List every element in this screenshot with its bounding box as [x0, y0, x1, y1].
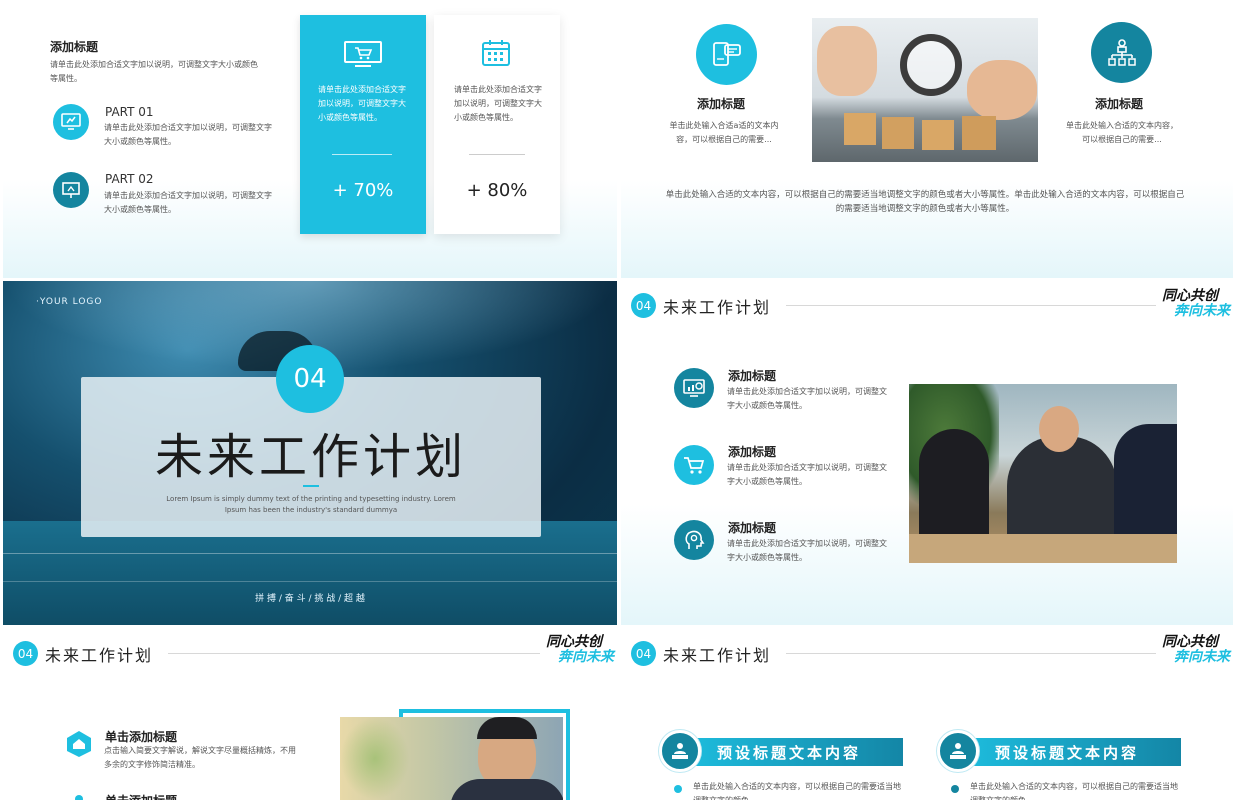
item-3-desc: 请单击此处添加合适文字加以说明，可调整文字大小或颜色等属性。: [727, 539, 887, 562]
slide-3-thumbnail[interactable]: ·YOUR LOGO 未来工作计划 Lorem Ipsum is simply …: [3, 281, 617, 625]
section-number-badge: 04: [276, 345, 344, 413]
item-1-title: 添加标题: [728, 369, 777, 383]
magnifier-photo: [812, 18, 1038, 162]
chart-screen-icon: [674, 368, 714, 408]
item-2-title: 添加标题: [728, 445, 777, 459]
wooden-cube: [844, 113, 876, 145]
section-header: 04 未来工作计划: [631, 641, 771, 666]
slide2-left-title: 添加标题: [697, 97, 746, 111]
title-underline: [303, 485, 319, 487]
slide2-bottom-text: 单击此处输入合适的文本内容，可以根据自己的需要适当地调整文字的颜色或者大小等属性…: [665, 190, 1185, 214]
brand-line-1: 同心共创: [1162, 288, 1218, 304]
monitor-icon: [53, 104, 89, 140]
businessman-photo: [340, 717, 563, 800]
cart-monitor-icon: [343, 41, 383, 71]
brand-line-1: 同心共创: [1162, 634, 1218, 650]
stat-card-2-text: 请单击此处添加合适文字加以说明，可调整文字大小或颜色等属性。: [454, 85, 542, 122]
slide-5-thumbnail[interactable]: 04 未来工作计划 同心共创 奔向未来 单击添加标题 点击输入简要文字解说，解说…: [3, 629, 617, 800]
header-line: [786, 653, 1156, 654]
item-2-title: 单击添加标题: [105, 792, 177, 800]
slide1-desc: 请单击此处添加合适文字加以说明，可调整文字大小或颜色等属性。: [50, 60, 258, 83]
magnifying-glass: [900, 34, 962, 96]
stat-card-1-text: 请单击此处添加合适文字加以说明，可调整文字大小或颜色等属性。: [318, 85, 406, 122]
section-title: 未来工作计划: [45, 645, 154, 665]
header-line: [786, 305, 1156, 306]
ribbon-1-desc: 单击此处输入合适的文本内容，可以根据自己的需要适当地调整文字的颜色: [693, 782, 901, 800]
section-number: 04: [631, 293, 656, 318]
bullet-icon: [75, 795, 83, 800]
part-01-label: PART 01: [105, 105, 154, 119]
brand-calligraphy: 同心共创 奔向未来: [546, 635, 614, 665]
home-icon: [66, 730, 92, 762]
stat-card-2-value: + 80%: [466, 180, 528, 201]
section-number: 04: [13, 641, 38, 666]
org-chart-icon: [1091, 22, 1152, 83]
wooden-cube: [962, 116, 996, 150]
header-line: [168, 653, 540, 654]
meeting-photo: [909, 384, 1177, 563]
person-face: [1039, 406, 1079, 452]
slide1-title: 添加标题: [50, 40, 99, 54]
ribbon-2-title: 预设标题文本内容: [953, 738, 1181, 766]
brand-line-2: 奔向未来: [558, 649, 614, 665]
calendar-icon: [481, 39, 511, 71]
hair: [477, 717, 537, 739]
cart-icon: [674, 445, 714, 485]
ribbon-2-desc: 单击此处输入合适的文本内容，可以根据自己的需要适当地调整文字的颜色: [970, 782, 1178, 800]
chat-device-icon: [696, 24, 757, 85]
suit: [450, 779, 563, 800]
section-number: 04: [631, 641, 656, 666]
item-1-desc: 请单击此处添加合适文字加以说明，可调整文字大小或颜色等属性。: [727, 387, 887, 410]
item-1-title: 单击添加标题: [105, 730, 178, 744]
brand-line-2: 奔向未来: [1174, 649, 1230, 665]
part-01-desc: 请单击此处添加合适文字加以说明，可调整文字大小或颜色等属性。: [104, 123, 272, 146]
slide-6-thumbnail[interactable]: 04 未来工作计划 同心共创 奔向未来 预设标题文本内容 单击此处输入合适的文本…: [621, 629, 1233, 800]
wooden-cube: [882, 117, 914, 149]
section-header: 04 未来工作计划: [631, 293, 771, 318]
stat-card-1[interactable]: 请单击此处添加合适文字加以说明，可调整文字大小或颜色等属性。 + 70%: [300, 15, 426, 234]
part-02-desc: 请单击此处添加合适文字加以说明，可调整文字大小或颜色等属性。: [104, 191, 272, 214]
slide2-right-desc: 单击此处输入合适的文本内容，可以根据自己的需要...: [1066, 121, 1178, 144]
hand: [967, 60, 1037, 120]
table: [909, 534, 1177, 563]
track-line: [3, 581, 617, 582]
presenter-icon: [659, 730, 701, 772]
plant: [340, 717, 410, 800]
bullet-icon: [951, 785, 959, 793]
presenter-icon: [937, 730, 979, 772]
stat-card-2[interactable]: 请单击此处添加合适文字加以说明，可调整文字大小或颜色等属性。 + 80%: [434, 15, 560, 234]
stat-card-1-value: + 70%: [332, 180, 394, 201]
presentation-icon: [53, 172, 89, 208]
ribbon-1-title: 预设标题文本内容: [675, 738, 903, 766]
brand-calligraphy: 同心共创 奔向未来: [1162, 635, 1230, 665]
your-logo: ·YOUR LOGO: [36, 297, 103, 307]
slide-4-thumbnail[interactable]: 04 未来工作计划 同心共创 奔向未来 添加标题 请单击此处添加合适文字加以说明…: [621, 281, 1233, 625]
track-line: [3, 553, 617, 554]
motto: 拼 搏 / 奋 斗 / 挑 战 / 超 越: [255, 594, 365, 604]
divider: [332, 154, 392, 155]
section-header: 04 未来工作计划: [13, 641, 153, 666]
section-title: 未来工作计划: [154, 429, 467, 485]
slide-1-thumbnail[interactable]: 添加标题 请单击此处添加合适文字加以说明，可调整文字大小或颜色等属性。 PART…: [3, 0, 617, 278]
brand-line-2: 奔向未来: [1174, 303, 1230, 319]
divider: [469, 154, 525, 155]
item-3-title: 添加标题: [728, 521, 777, 535]
bullet-icon: [674, 785, 682, 793]
lorem-subtitle: Lorem Ipsum is simply dummy text of the …: [166, 495, 456, 514]
section-title: 未来工作计划: [663, 645, 772, 665]
brand-calligraphy: 同心共创 奔向未来: [1162, 289, 1230, 319]
slide-2-thumbnail[interactable]: 添加标题 单击此处输入合适a适的文本内容，可以根据自己的需要... 添加标题 单…: [621, 0, 1233, 278]
wooden-cube: [922, 120, 954, 150]
brand-line-1: 同心共创: [546, 634, 602, 650]
item-1-desc: 点击输入简要文字解说，解说文字尽量概括精炼，不用多余的文字修饰简洁精准。: [104, 746, 296, 769]
part-02-label: PART 02: [105, 172, 154, 186]
item-2-desc: 请单击此处添加合适文字加以说明，可调整文字大小或颜色等属性。: [727, 463, 887, 486]
hand: [817, 26, 877, 96]
slide2-left-desc: 单击此处输入合适a适的文本内容，可以根据自己的需要...: [669, 121, 779, 144]
section-title: 未来工作计划: [663, 297, 772, 317]
slide2-right-title: 添加标题: [1095, 97, 1144, 111]
head-gear-icon: [674, 520, 714, 560]
